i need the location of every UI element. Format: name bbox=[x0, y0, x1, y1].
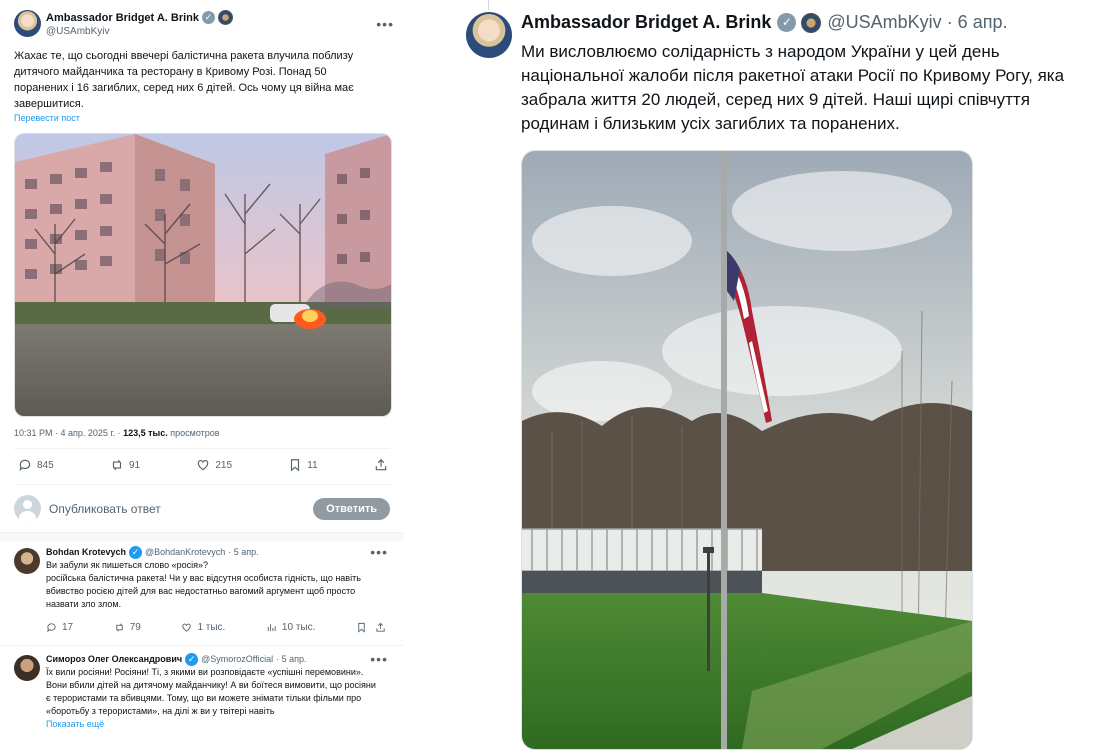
government-seal-icon bbox=[801, 12, 822, 33]
share-icon[interactable] bbox=[375, 622, 386, 633]
repost-button[interactable]: 91 bbox=[110, 458, 140, 472]
reply-date[interactable]: · 5 апр. bbox=[276, 653, 306, 666]
government-seal-icon bbox=[218, 10, 234, 25]
reply-button[interactable]: 845 bbox=[18, 458, 54, 472]
reply-author-name[interactable]: Bohdan Krotevych bbox=[46, 546, 126, 559]
reply-composer: Опубликовать ответ Ответить bbox=[14, 495, 390, 522]
reply-item[interactable]: Bohdan Krotevych ✓ @BohdanKrotevych · 5 … bbox=[14, 545, 394, 634]
bookmark-icon bbox=[291, 459, 300, 472]
view-count: 123,5 тыс. bbox=[123, 428, 168, 438]
tweet-header: Ambassador Bridget A. Brink ✓ @USAmbKyiv… bbox=[14, 10, 394, 37]
verified-badge-icon: ✓ bbox=[777, 13, 797, 32]
bookmark-icon[interactable] bbox=[356, 622, 367, 633]
reply-author-handle[interactable]: @BohdanKrotevych bbox=[145, 546, 225, 559]
reply-author-handle[interactable]: @SymorozOfficial bbox=[201, 653, 273, 666]
tweet-text: Ми висловлюємо солідарність з народом Ук… bbox=[521, 42, 1065, 133]
tweet-photo[interactable] bbox=[14, 133, 392, 417]
reply-icon bbox=[47, 623, 56, 633]
thread-connector bbox=[488, 0, 489, 10]
street-scene-image bbox=[15, 134, 391, 416]
reply-button[interactable]: 17 bbox=[46, 621, 73, 634]
share-icon bbox=[375, 458, 387, 471]
author-handle[interactable]: @USAmbKyiv bbox=[46, 26, 233, 37]
like-button[interactable]: 1 тыс. bbox=[181, 621, 225, 634]
reply-input[interactable]: Опубликовать ответ bbox=[49, 502, 161, 516]
left-tweet-panel: Ambassador Bridget A. Brink ✓ @USAmbKyiv… bbox=[0, 0, 405, 751]
more-options-icon[interactable]: ••• bbox=[370, 652, 388, 666]
views-chart-icon bbox=[267, 624, 276, 632]
bookmark-count: 11 bbox=[307, 459, 318, 471]
reply-text-line1: Ви забули як пишеться слово «росія»? bbox=[46, 560, 208, 570]
author-name[interactable]: Ambassador Bridget A. Brink bbox=[46, 12, 199, 24]
verified-badge-icon: ✓ bbox=[202, 11, 216, 24]
avatar[interactable] bbox=[14, 655, 40, 681]
tweet-date[interactable]: · 6 апр. bbox=[947, 12, 1008, 33]
repost-icon bbox=[115, 623, 123, 632]
author-handle[interactable]: @USAmbKyiv bbox=[827, 12, 941, 33]
share-button[interactable] bbox=[374, 458, 388, 472]
reply-date[interactable]: · 5 апр. bbox=[228, 546, 258, 559]
half-mast-flag-image bbox=[522, 151, 972, 749]
reply-icon bbox=[19, 459, 31, 472]
heart-icon bbox=[182, 623, 192, 632]
repost-icon bbox=[112, 459, 122, 471]
bookmark-button[interactable]: 11 bbox=[288, 458, 318, 472]
action-bar: 845 91 215 11 bbox=[18, 458, 388, 472]
tweet-text: Жахає те, що сьогодні ввечері балістична… bbox=[14, 50, 354, 110]
heart-icon bbox=[198, 460, 209, 471]
verified-badge-icon: ✓ bbox=[185, 653, 199, 666]
like-count: 215 bbox=[215, 459, 233, 471]
panel-gap bbox=[404, 0, 452, 751]
translate-link[interactable]: Перевести пост bbox=[14, 113, 80, 123]
reply-action-bar: 17 79 1 тыс. 10 тыс. bbox=[46, 621, 386, 634]
tweet-meta: 10:31 PM · 4 апр. 2025 г. · 123,5 тыс. п… bbox=[14, 428, 220, 438]
reply-item[interactable]: Симороз Олег Олександрович ✓ @SymorozOff… bbox=[14, 652, 394, 731]
more-options-icon[interactable]: ••• bbox=[370, 545, 388, 559]
verified-badge-icon: ✓ bbox=[129, 546, 143, 559]
avatar[interactable] bbox=[466, 12, 512, 58]
tweet-photo[interactable] bbox=[521, 150, 973, 750]
like-count: 1 тыс. bbox=[197, 622, 226, 633]
repost-button[interactable]: 79 bbox=[114, 621, 141, 634]
author-name[interactable]: Ambassador Bridget A. Brink bbox=[521, 12, 771, 33]
reply-count: 17 bbox=[62, 622, 74, 633]
user-avatar[interactable] bbox=[14, 495, 41, 522]
reply-count: 845 bbox=[37, 459, 54, 471]
show-more-link[interactable]: Показать ещё bbox=[46, 718, 394, 731]
views-label: просмотров bbox=[167, 428, 220, 438]
views-button[interactable]: 10 тыс. bbox=[266, 621, 315, 634]
reply-text-body: російська балістична ракета! Чи у вас ві… bbox=[46, 573, 361, 609]
views-count: 10 тыс. bbox=[281, 622, 316, 633]
more-options-icon[interactable]: ••• bbox=[376, 16, 394, 32]
repost-count: 79 bbox=[129, 622, 141, 633]
avatar[interactable] bbox=[14, 10, 41, 37]
like-button[interactable]: 215 bbox=[196, 458, 232, 472]
right-tweet-panel: Ambassador Bridget A. Brink ✓ @USAmbKyiv… bbox=[452, 0, 1102, 751]
reply-author-name[interactable]: Симороз Олег Олександрович bbox=[46, 653, 182, 666]
reply-text-body: Їх вили росіяни! Росіяни! Ті, з якими ви… bbox=[46, 667, 376, 716]
tweet-timestamp[interactable]: 10:31 PM · 4 апр. 2025 г. · bbox=[14, 428, 123, 438]
tweet-header: Ambassador Bridget A. Brink ✓ @USAmbKyiv… bbox=[521, 12, 1007, 33]
reply-submit-button[interactable]: Ответить bbox=[313, 497, 390, 520]
avatar[interactable] bbox=[14, 548, 40, 574]
repost-count: 91 bbox=[128, 459, 141, 471]
